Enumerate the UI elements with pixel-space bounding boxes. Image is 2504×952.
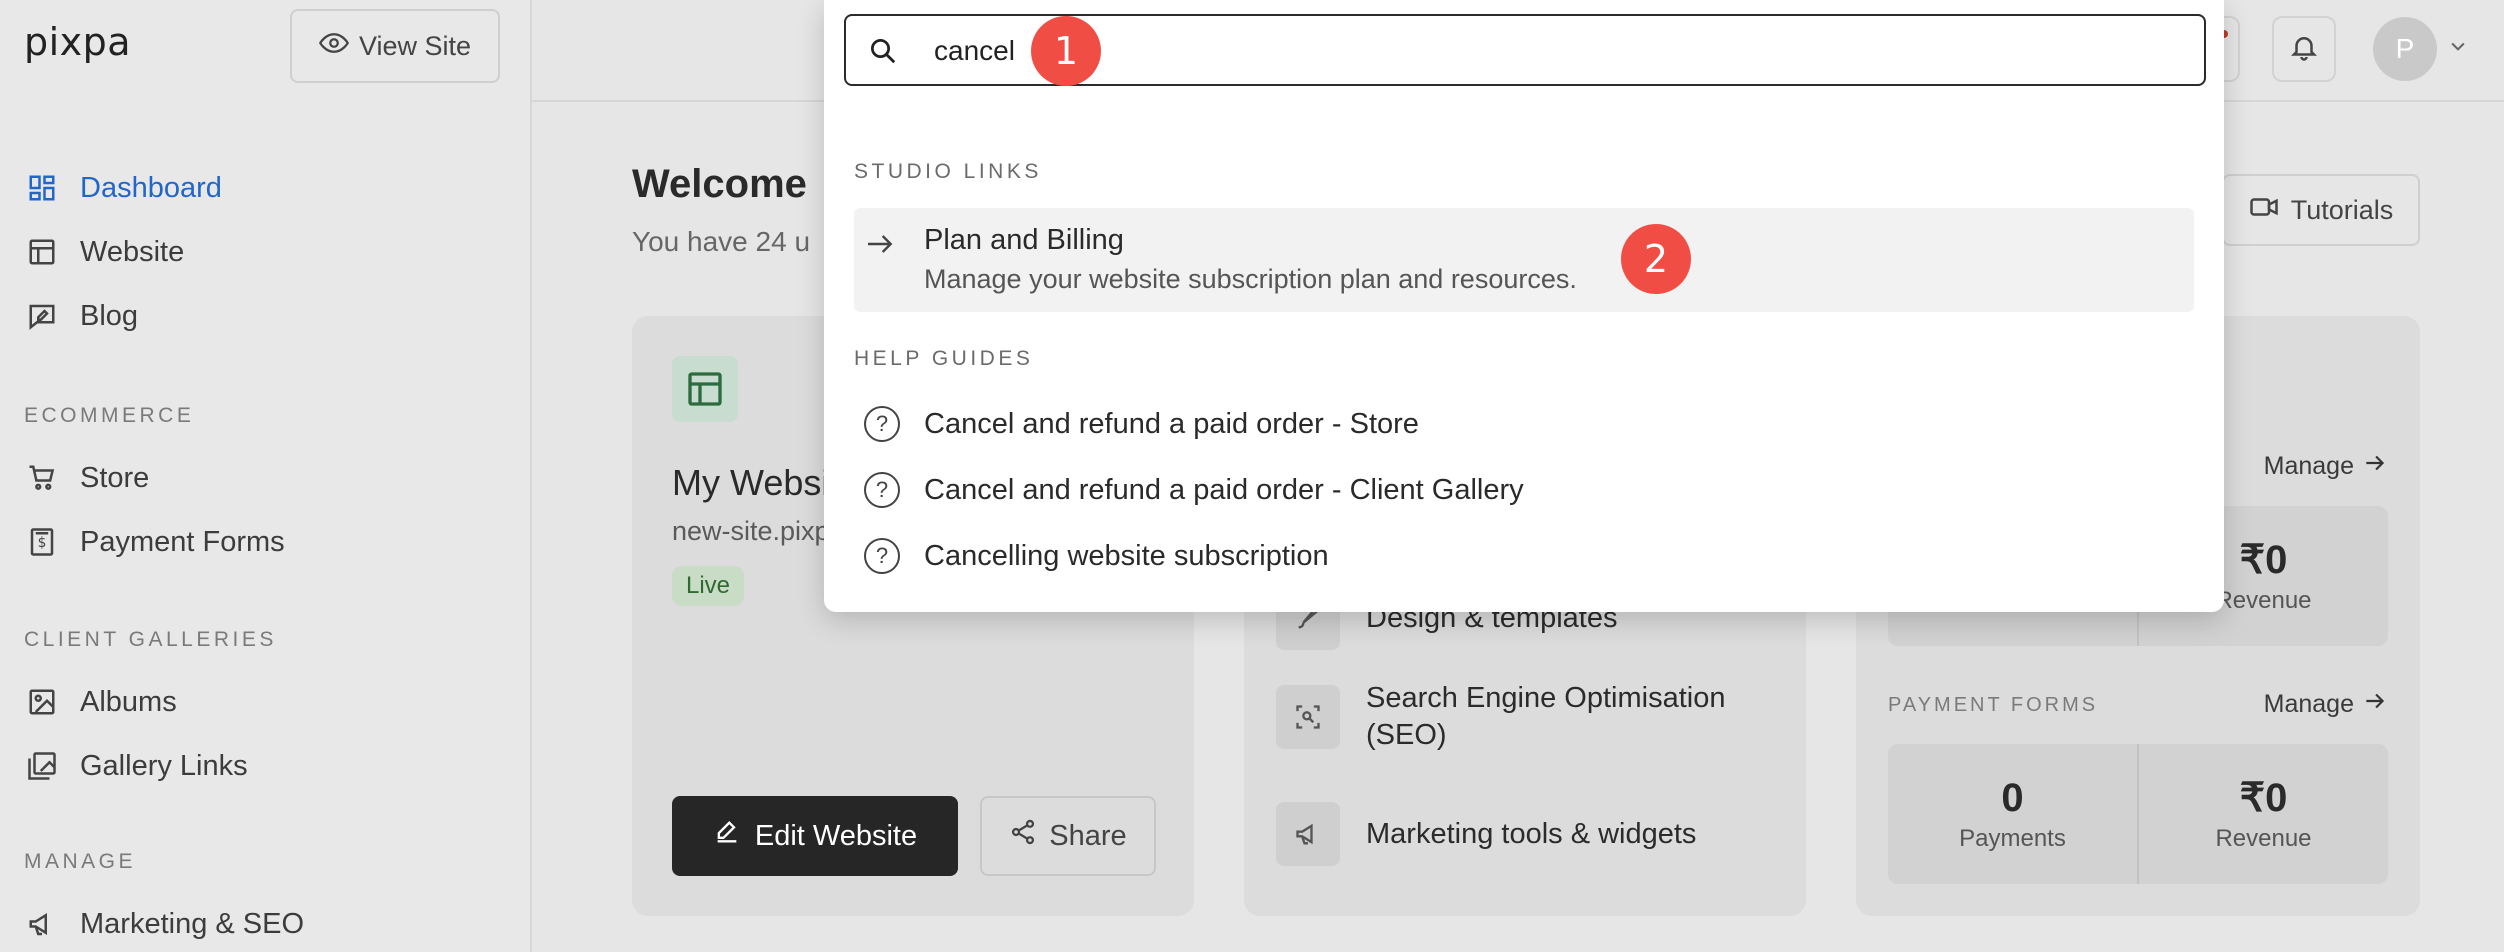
- payment-forms-label: PAYMENT FORMS: [1888, 694, 2099, 716]
- section-label-manage: MANAGE: [24, 850, 137, 873]
- help-guide-item[interactable]: ? Cancel and refund a paid order - Store: [864, 406, 1419, 442]
- sidebar-item-label: Gallery Links: [80, 749, 248, 782]
- help-circle-icon: ?: [864, 538, 900, 574]
- sidebar-item-label: Store: [80, 461, 150, 494]
- sidebar-item-albums[interactable]: Albums: [24, 684, 177, 720]
- sidebar: pixpa View Site Dashboard Website Blog E…: [0, 0, 532, 952]
- stat-value: 0: [2001, 775, 2024, 820]
- site-url[interactable]: new-site.pixp: [672, 516, 830, 547]
- sidebar-item-label: Blog: [80, 299, 139, 332]
- cart-icon: [24, 460, 60, 496]
- help-guide-title: Cancel and refund a paid order - Client …: [924, 473, 1524, 506]
- edit-website-label: Edit Website: [754, 819, 918, 852]
- step-marker-2: 2: [1621, 224, 1691, 294]
- dashboard-icon: [24, 170, 60, 206]
- search-palette: 1 STUDIO LINKS Plan and Billing Manage y…: [824, 0, 2224, 612]
- image-icon: [24, 684, 60, 720]
- stat-value: ₹0: [2239, 538, 2288, 582]
- welcome-title: Welcome: [632, 162, 807, 206]
- help-guide-title: Cancelling website subscription: [924, 539, 1329, 572]
- manage-label: Manage: [2263, 690, 2354, 718]
- status-badge: Live: [672, 566, 745, 606]
- search-icon: [868, 36, 898, 71]
- stat-revenue: ₹0 Revenue: [2137, 744, 2388, 884]
- megaphone-icon: [24, 906, 60, 942]
- sidebar-item-store[interactable]: Store: [24, 460, 149, 496]
- result-description: Manage your website subscription plan an…: [924, 264, 1577, 294]
- edit-website-button[interactable]: Edit Website: [672, 796, 958, 876]
- marketing-item-label: Marketing tools & widgets: [1366, 817, 1697, 850]
- bell-icon: [2289, 32, 2319, 67]
- arrow-right-icon: [2362, 688, 2388, 721]
- tutorials-button[interactable]: Tutorials: [2222, 174, 2420, 246]
- sidebar-item-label: Dashboard: [80, 171, 222, 204]
- images-icon: [24, 748, 60, 784]
- stat-value: ₹0: [2239, 776, 2288, 820]
- site-title: My Websi: [672, 462, 830, 503]
- marketing-item-seo[interactable]: Search Engine Optimisation (SEO): [1276, 680, 1756, 754]
- video-icon: [2249, 192, 2279, 229]
- layout-icon: [672, 356, 738, 422]
- sidebar-item-label: Payment Forms: [80, 525, 285, 558]
- help-guide-item[interactable]: ? Cancel and refund a paid order - Clien…: [864, 472, 1524, 508]
- sidebar-item-blog[interactable]: Blog: [24, 298, 138, 334]
- logo[interactable]: pixpa: [24, 20, 131, 64]
- tutorials-label: Tutorials: [2290, 194, 2394, 225]
- help-guide-title: Cancel and refund a paid order - Store: [924, 407, 1419, 440]
- sidebar-item-label: Albums: [80, 685, 177, 718]
- seo-scan-icon: [1276, 685, 1340, 749]
- layout-icon: [24, 234, 60, 270]
- stat-label: Payments: [1959, 824, 2066, 852]
- manage-label: Manage: [2263, 452, 2354, 480]
- sidebar-item-marketing-seo[interactable]: Marketing & SEO: [24, 906, 304, 942]
- sidebar-item-dashboard[interactable]: Dashboard: [24, 170, 222, 206]
- arrow-right-icon: [864, 228, 896, 265]
- help-circle-icon: ?: [864, 472, 900, 508]
- store-manage-link[interactable]: Manage: [2264, 450, 2388, 483]
- svg-text:$: $: [38, 535, 47, 551]
- help-circle-icon: ?: [864, 406, 900, 442]
- view-site-button[interactable]: View Site: [290, 9, 500, 83]
- notifications-button[interactable]: [2272, 16, 2336, 82]
- sidebar-item-label: Website: [80, 235, 185, 268]
- group-label-studio-links: STUDIO LINKS: [854, 160, 1042, 183]
- step-marker-1: 1: [1031, 16, 1101, 86]
- sidebar-item-payment-forms[interactable]: $ Payment Forms: [24, 524, 285, 560]
- payment-forms-manage-link[interactable]: Manage: [2264, 688, 2388, 721]
- stat-label: Revenue: [2215, 587, 2312, 614]
- result-title: Plan and Billing: [924, 224, 1124, 256]
- welcome-subtitle: You have 24 u: [632, 226, 811, 257]
- megaphone-icon: [1276, 802, 1340, 866]
- help-guide-item[interactable]: ? Cancelling website subscription: [864, 538, 1329, 574]
- section-label-client-galleries: CLIENT GALLERIES: [24, 628, 277, 651]
- section-label-ecommerce: ECOMMERCE: [24, 404, 195, 427]
- marketing-item-tools[interactable]: Marketing tools & widgets: [1276, 802, 1696, 866]
- chevron-down-icon[interactable]: [2448, 36, 2468, 61]
- arrow-right-icon: [2362, 450, 2388, 483]
- group-label-help-guides: HELP GUIDES: [854, 347, 1034, 370]
- avatar[interactable]: P: [2373, 17, 2437, 81]
- pencil-icon: [713, 818, 741, 854]
- sidebar-item-label: Marketing & SEO: [80, 907, 305, 940]
- stat-payments: 0 Payments: [1888, 744, 2137, 884]
- share-button[interactable]: Share: [980, 796, 1156, 876]
- marketing-item-label: Search Engine Optimisation (SEO): [1366, 682, 1726, 751]
- payment-forms-stats: 0 Payments ₹0 Revenue: [1888, 744, 2388, 884]
- share-label: Share: [1049, 819, 1127, 852]
- stat-label: Revenue: [2215, 825, 2312, 852]
- share-icon: [1009, 818, 1037, 854]
- eye-icon: [318, 28, 350, 65]
- receipt-icon: $: [24, 524, 60, 560]
- sidebar-item-website[interactable]: Website: [24, 234, 184, 270]
- blog-icon: [24, 298, 60, 334]
- view-site-label: View Site: [358, 30, 472, 61]
- sidebar-item-gallery-links[interactable]: Gallery Links: [24, 748, 248, 784]
